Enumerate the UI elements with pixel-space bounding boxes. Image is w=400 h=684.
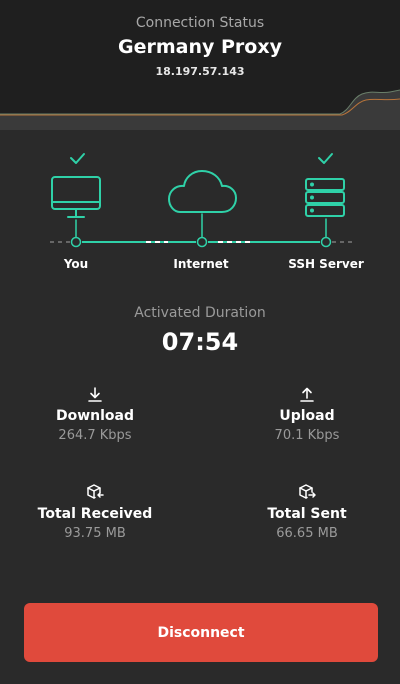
node-dot-you <box>70 236 82 248</box>
total-received-stat: Total Received 93.75 MB <box>20 482 170 541</box>
check-icon <box>70 153 85 164</box>
connection-status-label: Connection Status <box>135 15 265 31</box>
node-label-you: You <box>63 257 89 271</box>
server-icon <box>305 178 345 217</box>
connection-ip: 18.197.57.143 <box>155 65 245 78</box>
total-sent-title: Total Sent <box>267 506 347 522</box>
upload-title: Upload <box>279 408 335 424</box>
check-icon <box>318 153 333 164</box>
duration-label: Activated Duration <box>134 305 266 321</box>
box-in-icon <box>87 484 104 499</box>
upload-stat: Upload 70.1 Kbps <box>232 386 382 443</box>
traffic-wave-graphic <box>0 89 400 130</box>
cloud-icon <box>168 170 237 213</box>
node-label-ssh-server: SSH Server <box>288 257 364 271</box>
box-out-icon <box>299 484 316 499</box>
download-title: Download <box>55 408 135 424</box>
total-sent-value: 66.65 MB <box>276 526 338 541</box>
download-value: 264.7 Kbps <box>58 428 132 443</box>
total-sent-stat: Total Sent 66.65 MB <box>232 482 382 541</box>
node-dot-internet <box>196 236 208 248</box>
duration-value: 07:54 <box>161 328 239 356</box>
status-header: Connection Status Germany Proxy 18.197.5… <box>0 0 400 130</box>
total-received-value: 93.75 MB <box>64 526 126 541</box>
download-stat: Download 264.7 Kbps <box>20 386 170 443</box>
connection-name: Germany Proxy <box>118 36 282 58</box>
upload-icon <box>300 387 314 402</box>
upload-value: 70.1 Kbps <box>274 428 340 443</box>
monitor-icon <box>51 176 101 218</box>
disconnect-button[interactable]: Disconnect <box>24 603 378 662</box>
total-received-title: Total Received <box>37 506 153 522</box>
download-icon <box>88 387 102 402</box>
node-dot-server <box>320 236 332 248</box>
node-label-internet: Internet <box>173 257 229 271</box>
